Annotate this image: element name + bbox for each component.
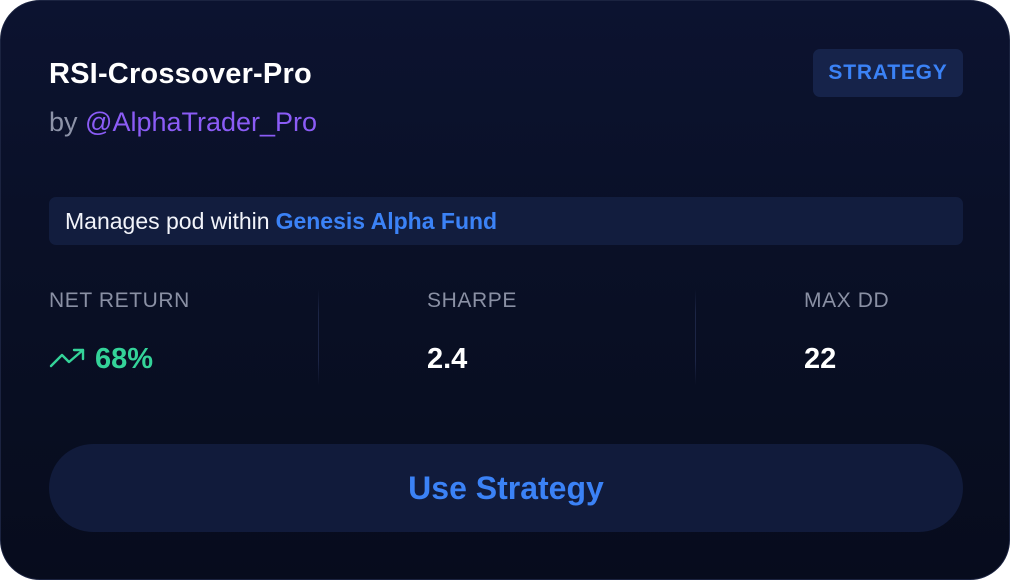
stat-value-sharpe: 2.4 bbox=[427, 343, 468, 375]
use-strategy-button[interactable]: Use Strategy bbox=[49, 444, 963, 532]
author-link[interactable]: @AlphaTrader_Pro bbox=[85, 107, 317, 137]
by-prefix: by bbox=[49, 107, 78, 137]
fund-link[interactable]: Genesis Alpha Fund bbox=[276, 208, 498, 235]
stat-divider bbox=[695, 289, 696, 385]
trending-up-icon bbox=[49, 346, 87, 370]
pod-text: Manages pod within bbox=[65, 207, 270, 234]
stat-label-sharpe: SHARPE bbox=[427, 289, 517, 312]
strategy-badge: STRATEGY bbox=[813, 49, 963, 97]
stat-value-net-return-row: 68% bbox=[49, 341, 190, 377]
stat-value-max-dd: 22 bbox=[804, 343, 837, 375]
strategy-card: RSI-Crossover-Pro by @AlphaTrader_Pro ST… bbox=[0, 0, 1010, 580]
stat-label-net-return: NET RETURN bbox=[49, 289, 190, 312]
author-byline: by @AlphaTrader_Pro bbox=[49, 104, 317, 140]
stat-label-max-dd: MAX DD bbox=[804, 289, 890, 312]
stat-divider bbox=[318, 289, 319, 385]
stat-max-dd: MAX DD 22 bbox=[804, 287, 889, 377]
stat-net-return: NET RETURN 68% bbox=[49, 287, 190, 377]
strategy-title: RSI-Crossover-Pro bbox=[49, 58, 312, 90]
stat-value-net-return: 68% bbox=[95, 343, 154, 375]
pod-banner: Manages pod within Genesis Alpha Fund bbox=[49, 197, 963, 245]
stat-sharpe: SHARPE 2.4 bbox=[427, 287, 517, 377]
